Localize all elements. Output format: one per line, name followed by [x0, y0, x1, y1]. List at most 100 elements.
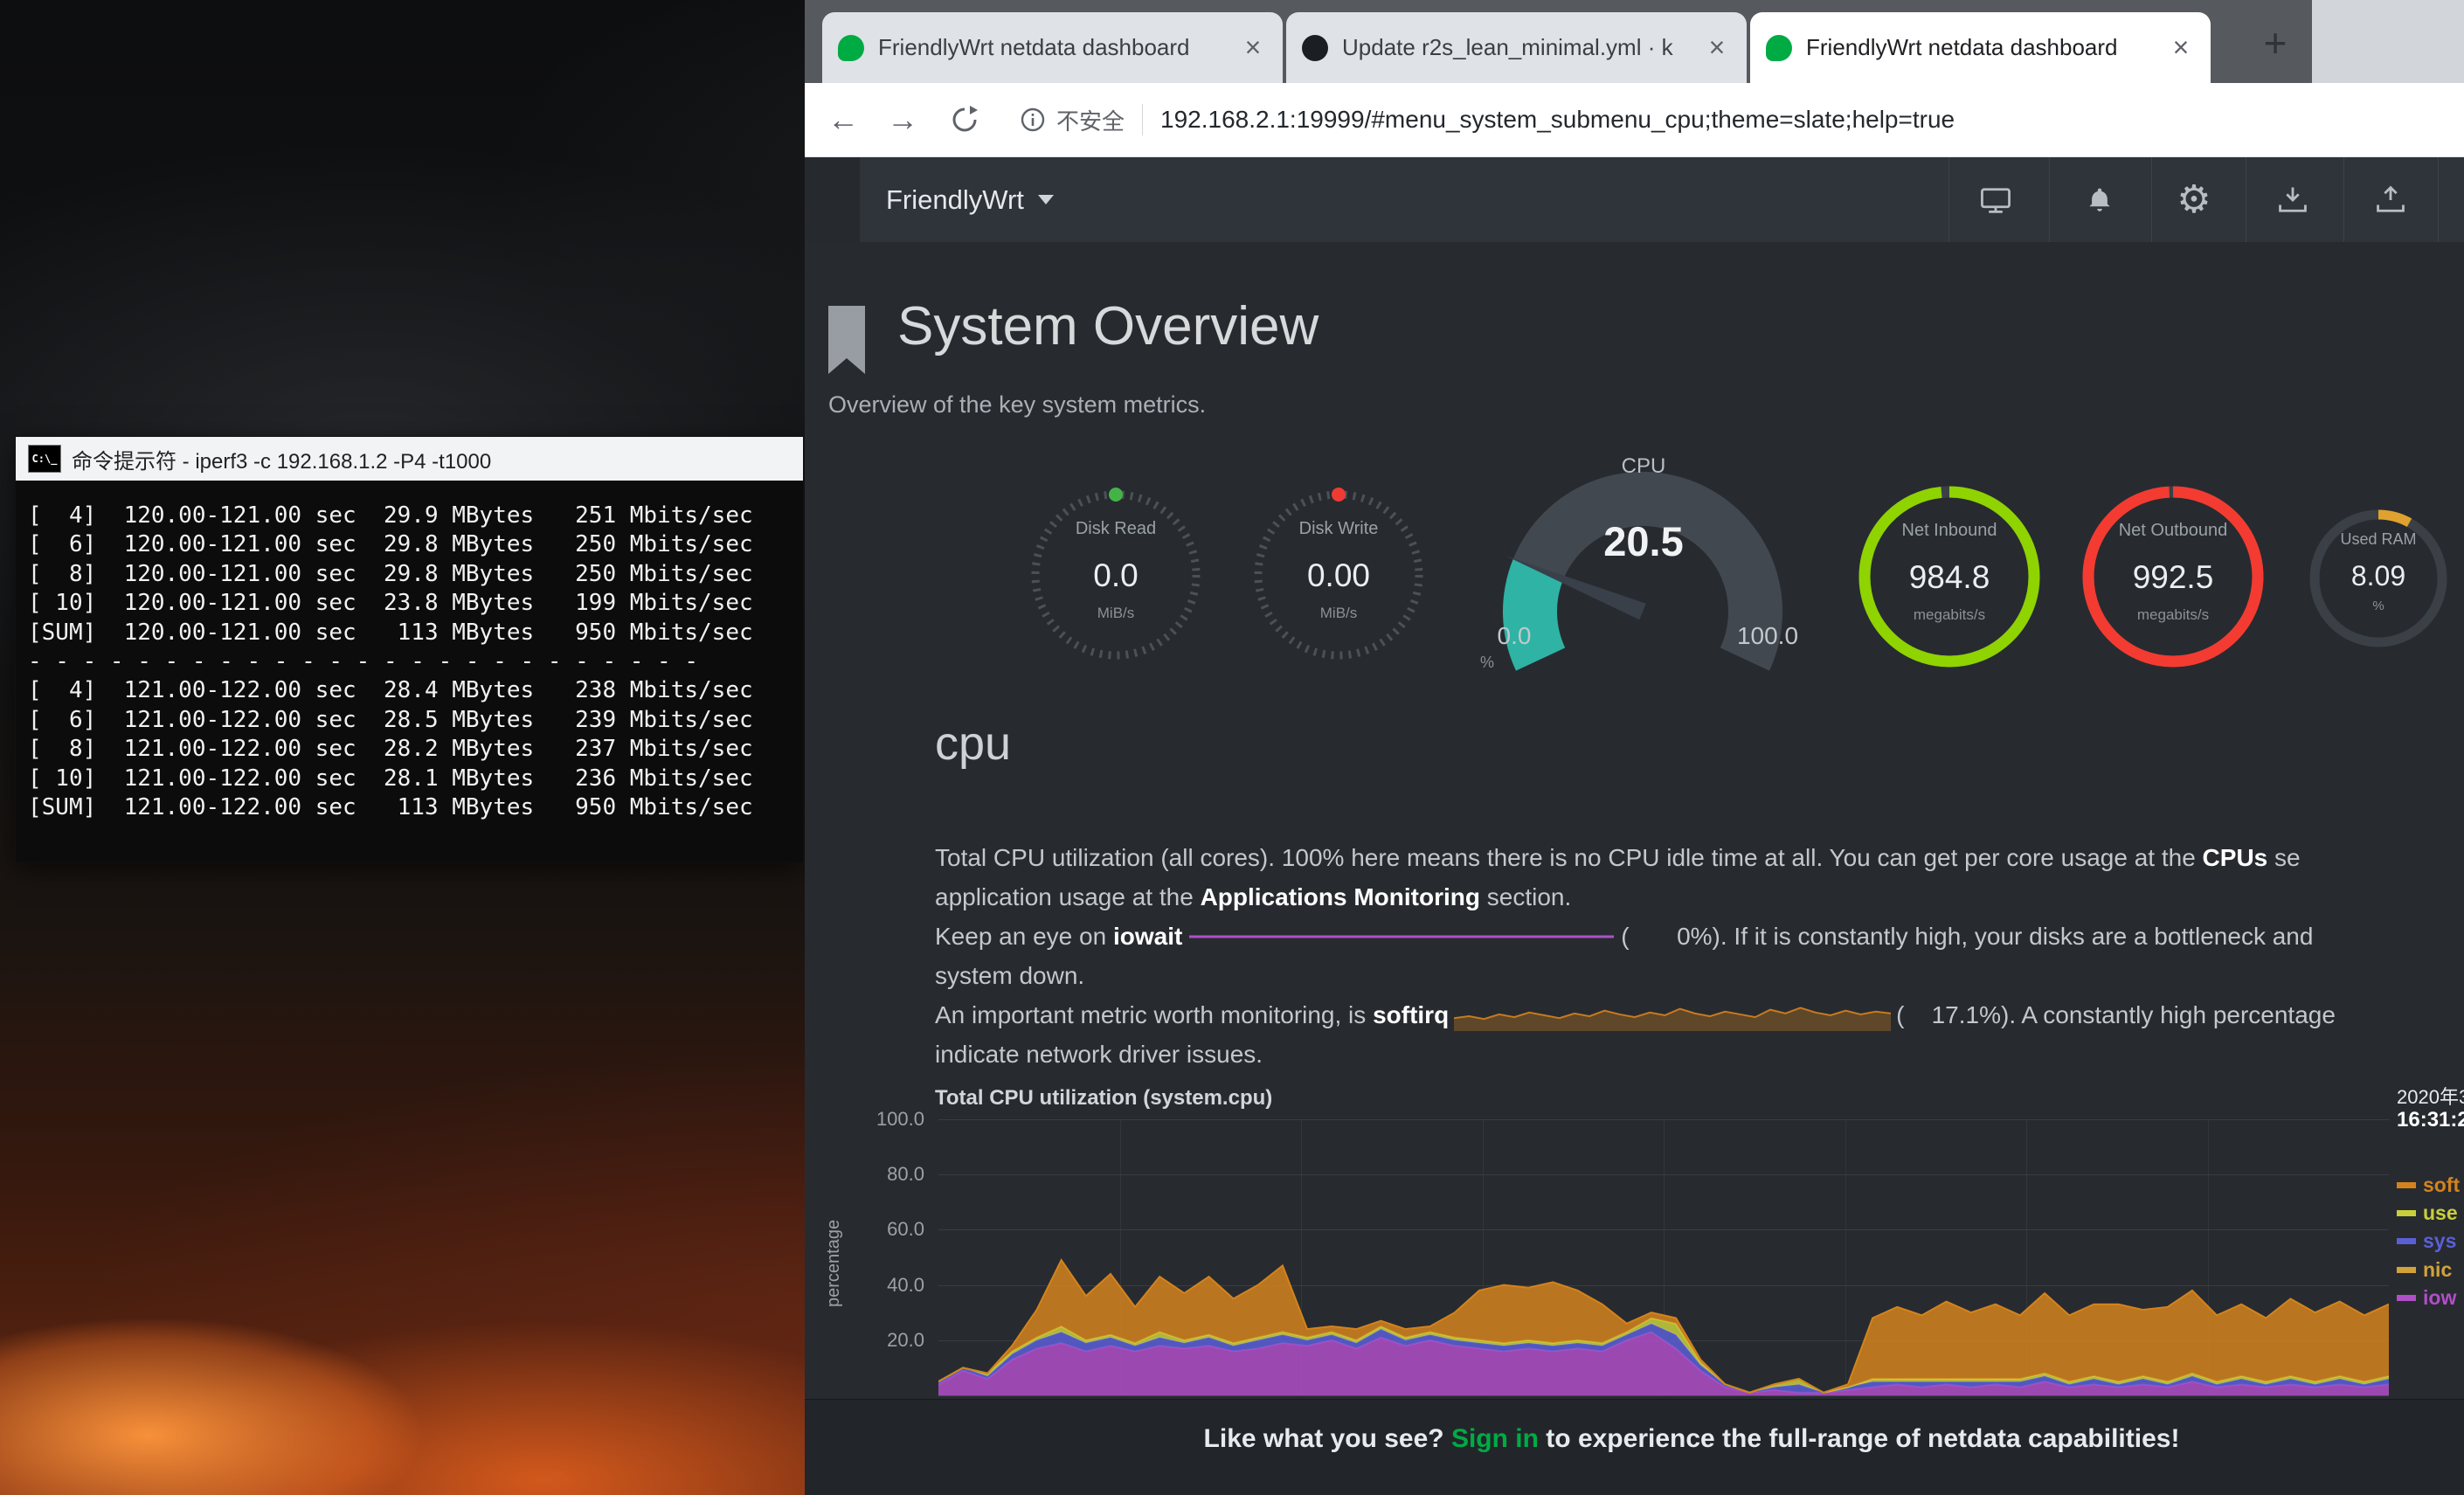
- gauge-value: 8.09: [2304, 560, 2453, 592]
- net-inbound-gauge[interactable]: Net Inbound 984.8 megabits/s: [1853, 481, 2045, 673]
- y-axis-label: percentage: [824, 1220, 844, 1307]
- url-divider: [1142, 104, 1143, 135]
- legend-item[interactable]: nic: [2397, 1256, 2452, 1283]
- info-icon[interactable]: [1020, 107, 1046, 133]
- section-heading-cpu: cpu: [935, 716, 1011, 771]
- terminal-titlebar[interactable]: C:\_ 命令提示符 - iperf3 -c 192.168.1.2 -P4 -…: [16, 437, 803, 481]
- y-axis-tick: 40.0: [855, 1274, 924, 1297]
- chart-plot-area: [938, 1119, 2389, 1396]
- gauge-min: 0.0: [1479, 622, 1549, 650]
- alarms-button[interactable]: [2050, 157, 2149, 242]
- window-controls-area: [2312, 0, 2464, 83]
- y-axis-tick: 100.0: [855, 1108, 924, 1131]
- tray-download-icon: [2275, 183, 2310, 218]
- softirq-term: softirq: [1373, 1001, 1449, 1029]
- address-input[interactable]: 不安全 192.168.2.1:19999/#menu_system_subme…: [1020, 104, 2464, 136]
- disk-read-gauge[interactable]: Disk Read 0.0 MiB/s: [1020, 479, 1212, 671]
- gauge-value: 984.8: [1853, 559, 2045, 596]
- gauge-value: 0.0: [1020, 557, 1212, 594]
- paragraph-line: system down.: [935, 959, 1084, 993]
- tab-list: FriendlyWrt netdata dashboard×Update r2s…: [822, 12, 2211, 83]
- text-segment: ( 0%). If it is constantly high, your di…: [1621, 923, 2313, 951]
- tab-close-icon[interactable]: ×: [1703, 34, 1731, 62]
- gauge-label: Net Outbound: [2077, 521, 2269, 541]
- browser-tab[interactable]: FriendlyWrt netdata dashboard ×: [822, 12, 1283, 83]
- signin-link[interactable]: Sign in: [1451, 1424, 1539, 1453]
- paragraph-line: application usage at the Applications Mo…: [935, 880, 1571, 915]
- settings-button[interactable]: ⚙: [2144, 157, 2244, 242]
- text-segment: Keep an eye on: [935, 923, 1113, 951]
- legend-item[interactable]: use: [2397, 1200, 2458, 1226]
- address-bar: ← → 不安全 192.168.2.1:19999/#menu_system_s…: [805, 83, 2464, 157]
- page-subtitle: Overview of the key system metrics.: [828, 391, 1206, 419]
- reload-button[interactable]: [948, 103, 981, 136]
- forward-button[interactable]: →: [887, 104, 918, 135]
- y-axis-tick: 20.0: [855, 1329, 924, 1352]
- save-snapshot-button[interactable]: [2341, 157, 2440, 242]
- browser-tab[interactable]: Update r2s_lean_minimal.yml · k×: [1286, 12, 1747, 83]
- monitor-button[interactable]: [1946, 157, 2045, 242]
- back-button[interactable]: ←: [827, 104, 859, 135]
- gauge-unit: MiB/s: [1242, 605, 1435, 622]
- page-title: System Overview: [897, 295, 1319, 357]
- gauge-label: Disk Read: [1020, 519, 1212, 539]
- net-outbound-gauge[interactable]: Net Outbound 992.5 megabits/s: [2077, 481, 2269, 673]
- paragraph-line: An important metric worth monitoring, is…: [935, 998, 2336, 1033]
- disk-read-dot: [1109, 488, 1123, 502]
- terminal-line: - - - - - - - - - - - - - - - - - - - - …: [28, 647, 803, 676]
- legend-swatch: [2397, 1267, 2416, 1273]
- tab-title: FriendlyWrt netdata dashboard: [1806, 34, 2158, 61]
- bookmark-icon: [828, 306, 865, 376]
- chart-time: 16:31:2: [2397, 1108, 2464, 1132]
- tab-title: FriendlyWrt netdata dashboard: [878, 34, 1230, 61]
- chart-title: Total CPU utilization (system.cpu): [935, 1086, 1272, 1111]
- terminal-line: [ 4] 120.00-121.00 sec 29.9 MBytes 251 M…: [28, 502, 803, 530]
- used-ram-gauge[interactable]: Used RAM 8.09 %: [2304, 504, 2453, 653]
- softirq-sparkline[interactable]: [1454, 1000, 1891, 1031]
- disk-write-gauge[interactable]: Disk Write 0.00 MiB/s: [1242, 479, 1435, 671]
- gauge-max: 100.0: [1733, 622, 1803, 650]
- text-segment: An important metric worth monitoring, is: [935, 1001, 1373, 1029]
- terminal-line: [SUM] 121.00-122.00 sec 113 MBytes 950 M…: [28, 793, 803, 822]
- legend-item[interactable]: iow: [2397, 1284, 2456, 1311]
- terminal-window: C:\_ 命令提示符 - iperf3 -c 192.168.1.2 -P4 -…: [16, 437, 803, 862]
- banner-text: to experience the full-range of netdata …: [1539, 1424, 2180, 1453]
- text-segment: ( 17.1%). A constantly high percentage: [1896, 1001, 2336, 1029]
- desktop: C:\_ 命令提示符 - iperf3 -c 192.168.1.2 -P4 -…: [0, 0, 2464, 1495]
- paragraph-line: Total CPU utilization (all cores). 100% …: [935, 841, 2301, 876]
- new-tab-button[interactable]: +: [2251, 19, 2300, 68]
- cpu-gauge[interactable]: CPU 20.5 0.0 100.0 %: [1469, 454, 1818, 682]
- gauge-label: CPU: [1469, 454, 1818, 479]
- applications-monitoring-link[interactable]: Applications Monitoring: [1201, 883, 1480, 911]
- legend-swatch: [2397, 1238, 2416, 1244]
- terminal-line: [ 10] 120.00-121.00 sec 23.8 MBytes 199 …: [28, 589, 803, 618]
- legend-swatch: [2397, 1295, 2416, 1301]
- terminal-line: [ 6] 120.00-121.00 sec 29.8 MBytes 250 M…: [28, 530, 803, 559]
- gauge-value: 0.00: [1242, 557, 1435, 594]
- gauge-unit: %: [2304, 599, 2453, 613]
- legend-label: iow: [2423, 1286, 2456, 1310]
- tray-upload-icon: [2373, 183, 2408, 218]
- tab-close-icon[interactable]: ×: [1239, 34, 1267, 62]
- load-snapshot-button[interactable]: [2243, 157, 2343, 242]
- text-segment: se: [2267, 844, 2300, 872]
- browser-window: FriendlyWrt netdata dashboard×Update r2s…: [805, 0, 2464, 1495]
- legend-item[interactable]: sys: [2397, 1228, 2456, 1254]
- tab-close-icon[interactable]: ×: [2167, 34, 2195, 62]
- legend-label: nic: [2423, 1258, 2452, 1282]
- navbar-left-block: [805, 157, 860, 242]
- cpus-link[interactable]: CPUs: [2203, 844, 2268, 872]
- terminal-line: [SUM] 120.00-121.00 sec 113 MBytes 950 M…: [28, 619, 803, 647]
- monitor-icon: [1978, 183, 2013, 218]
- netdata-icon: [1766, 35, 1792, 61]
- brand-dropdown[interactable]: FriendlyWrt: [886, 157, 1054, 242]
- terminal-line: [ 6] 121.00-122.00 sec 28.5 MBytes 239 M…: [28, 706, 803, 735]
- not-secure-label[interactable]: 不安全: [1056, 104, 1125, 136]
- legend-item[interactable]: soft: [2397, 1172, 2460, 1198]
- browser-tab[interactable]: FriendlyWrt netdata dashboard ×: [1750, 12, 2211, 83]
- legend-swatch: [2397, 1210, 2416, 1216]
- iowait-sparkline[interactable]: [1189, 924, 1614, 950]
- cpu-utilization-chart[interactable]: [938, 1119, 2389, 1395]
- legend-label: sys: [2423, 1229, 2456, 1253]
- legend-label: soft: [2423, 1173, 2460, 1197]
